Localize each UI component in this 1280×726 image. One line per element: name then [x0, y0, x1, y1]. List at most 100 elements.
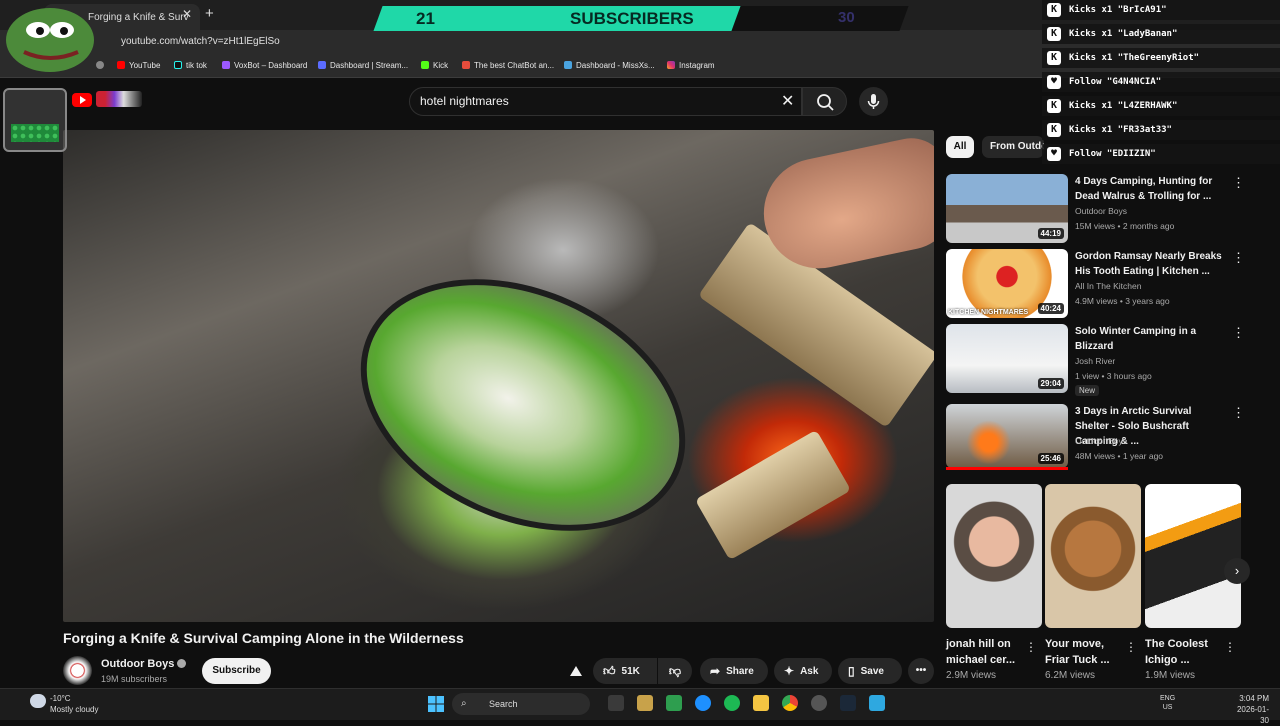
more-vertical-icon[interactable]: ⋮	[1232, 175, 1245, 191]
windows-start-icon[interactable]	[428, 696, 444, 712]
more-vertical-icon[interactable]: ⋮	[1232, 325, 1245, 341]
bookmark-voxbot[interactable]: VoxBot – Dashboard	[222, 61, 307, 70]
chrome-icon[interactable]	[782, 695, 798, 711]
heart-icon: ♥	[1047, 147, 1061, 161]
weather-temperature[interactable]: -10°C	[50, 694, 71, 703]
notepad-icon[interactable]	[869, 695, 885, 711]
like-button[interactable]: 👍︎ 51K	[593, 658, 657, 684]
microphone-icon	[867, 94, 880, 109]
more-vertical-icon[interactable]: ⋮	[1025, 640, 1037, 654]
recommendation-channel[interactable]: Josh River	[1075, 354, 1115, 369]
voice-search-button[interactable]	[859, 87, 888, 116]
verified-icon	[177, 659, 187, 668]
recommendation-thumbnail[interactable]: 44:19	[946, 174, 1068, 243]
event-feed-item: K Kicks x1 "TheGreenyRiot"	[1042, 48, 1280, 68]
more-vertical-icon[interactable]: ⋮	[1232, 250, 1245, 266]
language-indicator[interactable]: ENG US	[1160, 694, 1175, 712]
spotify-icon[interactable]	[724, 695, 740, 711]
app-icon[interactable]	[666, 695, 682, 711]
kick-icon: K	[1047, 51, 1061, 65]
chip-all[interactable]: All	[946, 136, 974, 158]
app-icon[interactable]	[811, 695, 827, 711]
video-player[interactable]	[63, 130, 934, 622]
short-thumbnail[interactable]	[946, 484, 1042, 628]
recommendation-thumbnail[interactable]: 25:46	[946, 404, 1068, 468]
share-button[interactable]: ➦ Share	[700, 658, 768, 684]
subscriber-goal: 30	[838, 9, 855, 26]
youtube-logo-icon[interactable]	[72, 93, 92, 107]
channel-avatar[interactable]	[63, 656, 92, 685]
effects-icon[interactable]	[566, 662, 586, 682]
url-text[interactable]: youtube.com/watch?v=zHt1lEgElSo	[121, 36, 280, 47]
sparkle-icon: ✦	[784, 664, 795, 678]
steam-icon[interactable]	[840, 695, 856, 711]
short-thumbnail[interactable]	[1045, 484, 1141, 628]
jar-coins	[11, 124, 59, 142]
more-vertical-icon[interactable]: ⋮	[1125, 640, 1137, 654]
bookmark-chatbot[interactable]: The best ChatBot an...	[462, 61, 554, 70]
bookmark-tiktok[interactable]: tik tok	[174, 61, 207, 70]
kick-icon: K	[1047, 3, 1061, 17]
video-duration: 25:46	[1037, 453, 1064, 464]
search-input[interactable]	[420, 94, 770, 108]
channel-subscriber-count: 19M subscribers	[101, 674, 168, 684]
short-title[interactable]: Your move, Friar Tuck ...	[1045, 636, 1125, 668]
heart-icon: ♥	[1047, 75, 1061, 89]
channel-name[interactable]: Outdoor Boys	[101, 658, 187, 670]
chevron-right-icon[interactable]: ›	[1224, 558, 1250, 584]
taskbar-clock[interactable]: 3:04 PM 2026-01-30	[1229, 693, 1269, 726]
new-tab-icon[interactable]: +	[205, 5, 214, 22]
recommendation-title[interactable]: 4 Days Camping, Hunting for Dead Walrus …	[1075, 174, 1225, 204]
video-frame-log	[694, 429, 852, 561]
taskbar-search[interactable]: Search	[452, 693, 590, 715]
short-thumbnail[interactable]	[1145, 484, 1241, 628]
recommendation-thumbnail[interactable]: 29:04	[946, 324, 1068, 393]
tip-jar-icon	[3, 88, 67, 152]
search-button[interactable]	[802, 87, 847, 116]
overlay-emote-icon	[96, 91, 142, 107]
recommendation-thumbnail[interactable]: KITCHEN NIGHTMARES 40:24	[946, 249, 1068, 318]
task-view-icon[interactable]	[608, 695, 624, 711]
short-views: 6.2M views	[1045, 670, 1096, 681]
bookmark-instagram[interactable]: Instagram	[667, 61, 715, 70]
short-title[interactable]: The Coolest Ichigo ...	[1145, 636, 1225, 668]
bookmark-icon: ▯	[848, 664, 855, 678]
weather-cloud-icon[interactable]	[30, 694, 46, 708]
search-icon: ⌕	[461, 698, 467, 709]
short-views: 1.9M views	[1145, 670, 1196, 681]
chip-from-channel[interactable]: From Outdoor Boys	[982, 136, 1044, 158]
ask-button[interactable]: ✦ Ask	[774, 658, 832, 684]
edge-icon[interactable]	[695, 695, 711, 711]
clear-search-icon[interactable]: ✕	[781, 91, 794, 111]
video-duration: 29:04	[1037, 378, 1064, 389]
pepe-overlay-icon	[0, 0, 112, 74]
more-vertical-icon[interactable]: ⋮	[1232, 405, 1245, 421]
recommendation-channel[interactable]: Outdoor Boys	[1075, 434, 1127, 449]
subscribe-button[interactable]: Subscribe	[202, 658, 271, 684]
bookmark-youtube[interactable]: YouTube	[117, 61, 160, 70]
app-icon[interactable]	[637, 695, 653, 711]
bookmark-kick[interactable]: Kick	[421, 61, 448, 70]
recommendation-meta: 1 view • 3 hours ago	[1075, 371, 1152, 381]
recommendation-title[interactable]: Solo Winter Camping in a Blizzard	[1075, 324, 1225, 354]
more-vertical-icon[interactable]: ⋮	[1224, 640, 1236, 654]
short-views: 2.9M views	[946, 670, 997, 681]
weather-description[interactable]: Mostly cloudy	[50, 705, 98, 714]
recommendation-channel[interactable]: Outdoor Boys	[1075, 204, 1127, 219]
subscriber-count: 21	[416, 9, 435, 28]
file-explorer-icon[interactable]	[753, 695, 769, 711]
more-actions-button[interactable]: •••	[908, 658, 934, 684]
recommendation-channel[interactable]: All In The Kitchen	[1075, 279, 1141, 294]
recommendation-meta: 4.9M views • 3 years ago	[1075, 296, 1170, 306]
save-button[interactable]: ▯ Save	[838, 658, 902, 684]
bookmark-streamlabs[interactable]: Dashboard | Stream...	[318, 61, 408, 70]
recommendation-title[interactable]: Gordon Ramsay Nearly Breaks His Tooth Ea…	[1075, 249, 1225, 279]
video-title: Forging a Knife & Survival Camping Alone…	[63, 630, 464, 646]
more-horizontal-icon: •••	[915, 665, 927, 676]
dislike-button[interactable]: 👎︎	[658, 658, 692, 684]
event-feed-item: K Kicks x1 "FR33at33"	[1042, 120, 1280, 140]
bookmark-dashboard[interactable]: Dashboard - MissXs...	[564, 61, 655, 70]
event-feed-item: ♥ Follow "EDIIZIN"	[1042, 144, 1280, 164]
tab-close-icon[interactable]: ✕	[182, 7, 192, 21]
short-title[interactable]: jonah hill on michael cer...	[946, 636, 1026, 668]
